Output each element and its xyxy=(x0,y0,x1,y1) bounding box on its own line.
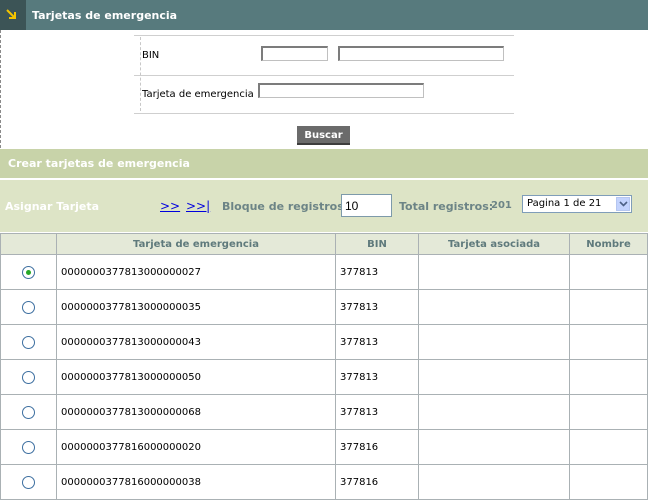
search-button[interactable]: Buscar xyxy=(297,126,350,145)
form-divider xyxy=(134,75,514,76)
assign-card-button[interactable]: Asignar Tarjeta xyxy=(5,200,99,213)
bin-input-2[interactable] xyxy=(338,46,504,61)
column-header-select xyxy=(0,233,57,255)
cell-nombre xyxy=(569,324,648,360)
table-row[interactable]: 0000000377813000000035 377813 xyxy=(0,289,648,325)
cell-nombre xyxy=(569,254,648,290)
column-header-asociada: Tarjeta asociada xyxy=(418,233,570,255)
column-header-nombre: Nombre xyxy=(569,233,648,255)
tarjeta-input[interactable] xyxy=(258,83,424,98)
page-select-value: Pagina 1 de 21 xyxy=(527,198,602,209)
page-header: Tarjetas de emergencia xyxy=(0,0,648,30)
row-select-cell xyxy=(0,254,57,290)
total-records-value: 201 xyxy=(491,200,512,211)
row-radio-button[interactable] xyxy=(22,475,35,489)
form-divider-vertical xyxy=(140,37,141,111)
cell-asociada xyxy=(418,289,570,325)
cell-nombre xyxy=(569,464,648,500)
left-divider xyxy=(0,30,1,148)
row-radio-button[interactable] xyxy=(22,300,35,314)
pagination-toolbar: Asignar Tarjeta >> >>| Bloque de registr… xyxy=(0,180,648,232)
cell-asociada xyxy=(418,464,570,500)
cell-tarjeta: 0000000377813000000043 xyxy=(56,324,336,360)
cell-nombre xyxy=(569,394,648,430)
row-select-cell xyxy=(0,394,57,430)
cell-nombre xyxy=(569,429,648,465)
cell-nombre xyxy=(569,289,648,325)
column-header-tarjeta: Tarjeta de emergencia xyxy=(56,233,336,255)
tarjeta-label: Tarjeta de emergencia xyxy=(142,89,254,100)
cell-bin: 377816 xyxy=(335,429,419,465)
cell-asociada xyxy=(418,429,570,465)
emergency-cards-table: Tarjeta de emergencia BIN Tarjeta asocia… xyxy=(0,233,648,500)
total-records-label: Total registros: xyxy=(399,200,494,213)
cell-tarjeta: 0000000377816000000020 xyxy=(56,429,336,465)
table-row[interactable]: 0000000377816000000020 377816 xyxy=(0,429,648,465)
cell-tarjeta: 0000000377816000000038 xyxy=(56,464,336,500)
table-body: 0000000377813000000027 377813 000000037781… xyxy=(0,254,648,500)
next-page-link[interactable]: >> xyxy=(160,199,180,213)
last-page-link[interactable]: >>| xyxy=(186,199,210,213)
table-row[interactable]: 0000000377813000000043 377813 xyxy=(0,324,648,360)
cell-bin: 377813 xyxy=(335,359,419,395)
corner-arrow-icon xyxy=(0,0,26,30)
row-select-cell xyxy=(0,359,57,395)
search-form: BIN Tarjeta de emergencia xyxy=(134,35,514,114)
chevron-down-icon[interactable] xyxy=(616,197,630,211)
table-header-row: Tarjeta de emergencia BIN Tarjeta asocia… xyxy=(0,233,648,255)
row-select-cell xyxy=(0,324,57,360)
form-divider xyxy=(134,35,514,36)
block-size-label: Bloque de registros: xyxy=(222,200,349,213)
row-radio-button[interactable] xyxy=(22,265,35,279)
cell-bin: 377813 xyxy=(335,324,419,360)
cell-bin: 377813 xyxy=(335,289,419,325)
cell-asociada xyxy=(418,324,570,360)
form-divider xyxy=(134,113,514,114)
row-select-cell xyxy=(0,289,57,325)
cell-bin: 377813 xyxy=(335,394,419,430)
row-select-cell xyxy=(0,429,57,465)
block-size-input[interactable] xyxy=(341,194,392,217)
table-row[interactable]: 0000000377813000000027 377813 xyxy=(0,254,648,290)
cell-tarjeta: 0000000377813000000027 xyxy=(56,254,336,290)
cell-tarjeta: 0000000377813000000050 xyxy=(56,359,336,395)
section-title-bar: Crear tarjetas de emergencia xyxy=(0,149,648,178)
table-row[interactable]: 0000000377816000000038 377816 xyxy=(0,464,648,500)
column-header-bin: BIN xyxy=(335,233,419,255)
cell-asociada xyxy=(418,254,570,290)
bin-input-1[interactable] xyxy=(261,46,328,61)
row-radio-button[interactable] xyxy=(22,440,35,454)
cell-asociada xyxy=(418,359,570,395)
section-title: Crear tarjetas de emergencia xyxy=(8,157,190,170)
cell-nombre xyxy=(569,359,648,395)
row-radio-button[interactable] xyxy=(22,335,35,349)
cell-bin: 377813 xyxy=(335,254,419,290)
row-radio-button[interactable] xyxy=(22,405,35,419)
bin-label: BIN xyxy=(142,50,160,61)
page-title: Tarjetas de emergencia xyxy=(32,9,178,22)
row-radio-button[interactable] xyxy=(22,370,35,384)
cell-bin: 377816 xyxy=(335,464,419,500)
cell-asociada xyxy=(418,394,570,430)
cell-tarjeta: 0000000377813000000068 xyxy=(56,394,336,430)
table-row[interactable]: 0000000377813000000050 377813 xyxy=(0,359,648,395)
row-select-cell xyxy=(0,464,57,500)
cell-tarjeta: 0000000377813000000035 xyxy=(56,289,336,325)
table-row[interactable]: 0000000377813000000068 377813 xyxy=(0,394,648,430)
page-select[interactable]: Pagina 1 de 21 xyxy=(522,195,632,213)
